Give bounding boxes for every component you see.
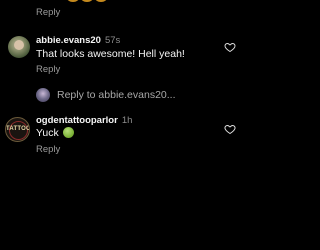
timestamp: 57s: [104, 35, 121, 46]
comment-text: Yuck: [36, 127, 74, 139]
comment-text-body: Yuck: [36, 127, 59, 139]
username[interactable]: abbie.evans20: [36, 35, 101, 46]
logo-icon: TATTOO: [6, 126, 30, 132]
reply-to-input[interactable]: Reply to abbie.evans20...: [57, 89, 176, 101]
emoji-icon: [80, 0, 94, 2]
reply-button[interactable]: Reply: [36, 144, 60, 155]
emoji-icon: [66, 0, 80, 2]
comment-header: ogdentattooparlor 1h: [36, 115, 132, 126]
comment-header: abbie.evans20 57s: [36, 35, 120, 46]
reply-button[interactable]: Reply: [36, 7, 60, 18]
heart-outline-icon[interactable]: [224, 41, 236, 53]
avatar: [36, 88, 50, 102]
comment-text: That looks awesome! Hell yeah!: [36, 48, 185, 60]
emoji-icon: [94, 0, 108, 2]
timestamp: 1h: [121, 115, 133, 126]
avatar[interactable]: TATTOO: [5, 117, 30, 142]
nauseated-face-icon: [62, 127, 74, 138]
avatar[interactable]: [8, 36, 30, 58]
heart-outline-icon[interactable]: [224, 123, 236, 135]
reply-button[interactable]: Reply: [36, 64, 60, 75]
previous-comment-emoji-row: [66, 0, 136, 4]
username[interactable]: ogdentattooparlor: [36, 115, 118, 126]
